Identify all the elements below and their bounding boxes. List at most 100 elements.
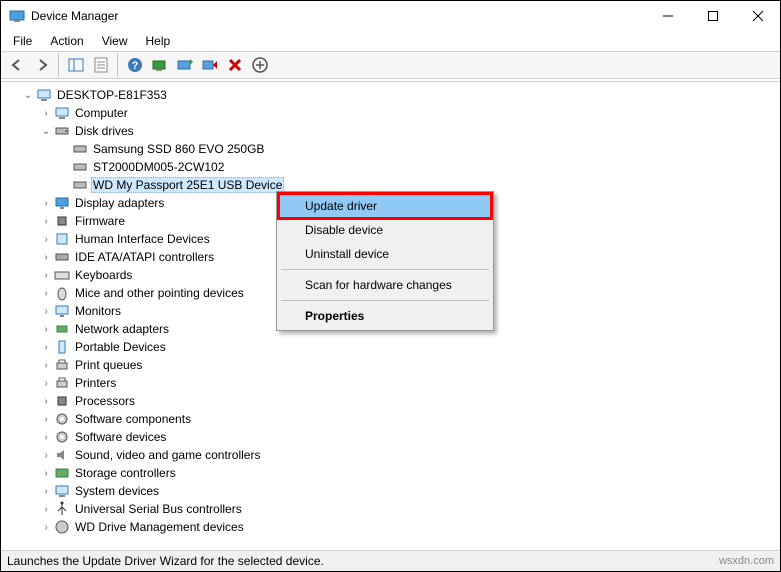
expand-icon[interactable]: › bbox=[39, 486, 53, 497]
expand-icon[interactable]: › bbox=[39, 342, 53, 353]
category-wd-mgmt[interactable]: ›WD Drive Management devices bbox=[5, 518, 780, 536]
expand-icon[interactable]: › bbox=[39, 234, 53, 245]
category-print-queues[interactable]: ›Print queues bbox=[5, 356, 780, 374]
disable-device-button[interactable] bbox=[198, 53, 222, 77]
disk-icon bbox=[71, 141, 89, 157]
ctx-properties[interactable]: Properties bbox=[279, 304, 491, 328]
category-portable[interactable]: ›Portable Devices bbox=[5, 338, 780, 356]
menu-file[interactable]: File bbox=[5, 32, 40, 50]
category-sound[interactable]: ›Sound, video and game controllers bbox=[5, 446, 780, 464]
help-button[interactable]: ? bbox=[123, 53, 147, 77]
window-title: Device Manager bbox=[31, 9, 645, 23]
svg-text:?: ? bbox=[132, 60, 139, 72]
disk-icon bbox=[53, 123, 71, 139]
ctx-scan-hardware[interactable]: Scan for hardware changes bbox=[279, 273, 491, 297]
expand-icon[interactable]: › bbox=[39, 108, 53, 119]
menu-bar: File Action View Help bbox=[1, 31, 780, 51]
wd-icon bbox=[53, 519, 71, 535]
watermark: wsxdn.com bbox=[719, 555, 774, 567]
minimize-button[interactable] bbox=[645, 1, 690, 31]
back-button[interactable] bbox=[5, 53, 29, 77]
category-usb[interactable]: ›Universal Serial Bus controllers bbox=[5, 500, 780, 518]
expand-icon[interactable]: › bbox=[39, 504, 53, 515]
expand-icon[interactable]: › bbox=[39, 450, 53, 461]
ctx-update-driver[interactable]: Update driver bbox=[279, 194, 491, 218]
category-disk-drives[interactable]: ⌄Disk drives bbox=[5, 122, 780, 140]
uninstall-device-button[interactable] bbox=[223, 53, 247, 77]
separator bbox=[117, 53, 119, 77]
add-legacy-button[interactable] bbox=[248, 53, 272, 77]
disk-icon bbox=[71, 177, 89, 193]
gear-icon bbox=[53, 411, 71, 427]
expand-icon[interactable]: › bbox=[39, 252, 53, 263]
disk-icon bbox=[71, 159, 89, 175]
printer-icon bbox=[53, 375, 71, 391]
root-label: DESKTOP-E81F353 bbox=[55, 88, 169, 102]
app-icon bbox=[9, 8, 25, 24]
category-computer[interactable]: ›Computer bbox=[5, 104, 780, 122]
expand-icon[interactable]: › bbox=[39, 360, 53, 371]
expand-icon[interactable]: › bbox=[39, 378, 53, 389]
expand-icon[interactable]: › bbox=[39, 414, 53, 425]
forward-button[interactable] bbox=[30, 53, 54, 77]
close-button[interactable] bbox=[735, 1, 780, 31]
disk-seagate[interactable]: ST2000DM005-2CW102 bbox=[5, 158, 780, 176]
expand-icon[interactable]: › bbox=[39, 216, 53, 227]
display-icon bbox=[53, 195, 71, 211]
category-software-components[interactable]: ›Software components bbox=[5, 410, 780, 428]
expand-icon[interactable]: › bbox=[39, 468, 53, 479]
title-bar: Device Manager bbox=[1, 1, 780, 31]
mouse-icon bbox=[53, 285, 71, 301]
expand-icon[interactable]: › bbox=[39, 432, 53, 443]
scan-hardware-button[interactable] bbox=[148, 53, 172, 77]
hid-icon bbox=[53, 231, 71, 247]
gear-icon bbox=[53, 429, 71, 445]
menu-view[interactable]: View bbox=[94, 32, 136, 50]
category-storage[interactable]: ›Storage controllers bbox=[5, 464, 780, 482]
status-text: Launches the Update Driver Wizard for th… bbox=[7, 554, 324, 568]
computer-icon bbox=[35, 87, 53, 103]
toolbar: ? bbox=[1, 51, 780, 79]
update-driver-button[interactable] bbox=[173, 53, 197, 77]
usb-icon bbox=[53, 501, 71, 517]
expand-icon[interactable]: › bbox=[39, 270, 53, 281]
printer-icon bbox=[53, 357, 71, 373]
root-node[interactable]: ⌄ DESKTOP-E81F353 bbox=[5, 86, 780, 104]
properties-button[interactable] bbox=[89, 53, 113, 77]
monitor-icon bbox=[53, 303, 71, 319]
ctx-disable-device[interactable]: Disable device bbox=[279, 218, 491, 242]
expand-icon[interactable]: › bbox=[39, 198, 53, 209]
ide-icon bbox=[53, 249, 71, 265]
expand-icon[interactable]: › bbox=[39, 522, 53, 533]
network-icon bbox=[53, 321, 71, 337]
context-menu: Update driver Disable device Uninstall d… bbox=[276, 191, 494, 331]
expand-icon[interactable]: › bbox=[39, 396, 53, 407]
menu-action[interactable]: Action bbox=[42, 32, 91, 50]
sound-icon bbox=[53, 447, 71, 463]
menu-help[interactable]: Help bbox=[138, 32, 179, 50]
collapse-icon[interactable]: ⌄ bbox=[21, 90, 35, 101]
category-system[interactable]: ›System devices bbox=[5, 482, 780, 500]
show-hide-tree-button[interactable] bbox=[64, 53, 88, 77]
ctx-uninstall-device[interactable]: Uninstall device bbox=[279, 242, 491, 266]
chip-icon bbox=[53, 213, 71, 229]
separator bbox=[58, 53, 60, 77]
storage-icon bbox=[53, 465, 71, 481]
keyboard-icon bbox=[53, 267, 71, 283]
disk-samsung[interactable]: Samsung SSD 860 EVO 250GB bbox=[5, 140, 780, 158]
expand-icon[interactable]: › bbox=[39, 288, 53, 299]
cpu-icon bbox=[53, 393, 71, 409]
separator bbox=[281, 300, 489, 301]
status-bar: Launches the Update Driver Wizard for th… bbox=[1, 550, 780, 571]
expand-icon[interactable]: › bbox=[39, 306, 53, 317]
collapse-icon[interactable]: ⌄ bbox=[39, 126, 53, 137]
category-printers[interactable]: ›Printers bbox=[5, 374, 780, 392]
portable-icon bbox=[53, 339, 71, 355]
expand-icon[interactable]: › bbox=[39, 324, 53, 335]
separator bbox=[281, 269, 489, 270]
computer-icon bbox=[53, 105, 71, 121]
category-processors[interactable]: ›Processors bbox=[5, 392, 780, 410]
category-software-devices[interactable]: ›Software devices bbox=[5, 428, 780, 446]
system-icon bbox=[53, 483, 71, 499]
maximize-button[interactable] bbox=[690, 1, 735, 31]
